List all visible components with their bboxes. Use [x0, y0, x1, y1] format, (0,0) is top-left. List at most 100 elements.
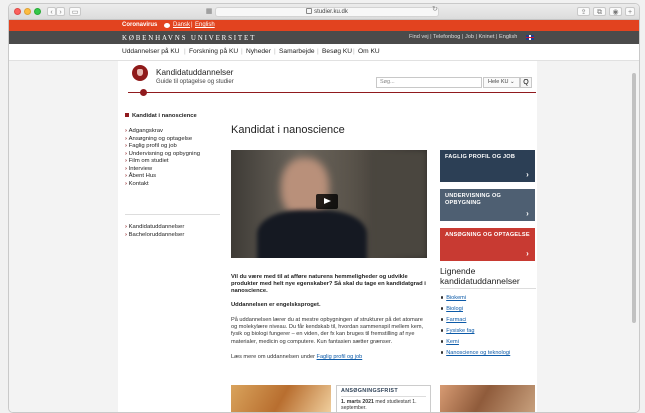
related-item[interactable]: Biokemi — [441, 293, 510, 304]
related-item-label[interactable]: Farmaci — [446, 317, 466, 323]
university-top-links[interactable]: Find vej | Telefonbog | Job | Kninet | E… — [409, 34, 517, 40]
forward-button[interactable]: › — [56, 7, 65, 16]
address-bar[interactable]: studier.ku.dk — [215, 7, 439, 17]
box-faglig-profil[interactable]: FAGLIG PROFIL OG JOB › — [440, 150, 535, 182]
sidebar-item-kandidat[interactable]: Kandidatuddannelser — [125, 223, 185, 231]
page-title: Kandidat i nanoscience — [231, 124, 345, 136]
related-item-label[interactable]: Nanoscience og teknologi — [446, 350, 510, 356]
deadline-title: ANSØGNINGSFRIST — [341, 388, 426, 397]
header-divider — [128, 92, 536, 93]
search-icon: Q — [523, 79, 529, 86]
close-window-button[interactable] — [14, 8, 21, 15]
deadline-text: 1. marts 2021 med studiestart 1. septemb… — [341, 399, 426, 412]
back-button[interactable]: ‹ — [47, 7, 56, 16]
page-margin-right — [537, 61, 639, 412]
scrollbar-thumb[interactable] — [632, 73, 636, 323]
new-tab-button[interactable]: + — [625, 7, 635, 16]
nav-separator: | — [274, 48, 276, 55]
nav-separator: | — [241, 48, 243, 55]
related-item[interactable]: Biologi — [441, 304, 510, 315]
related-item[interactable]: Fysiske fag — [441, 326, 510, 337]
students-photo — [231, 385, 331, 412]
related-item-label[interactable]: Fysiske fag — [446, 328, 474, 334]
related-item-label[interactable]: Biokemi — [446, 295, 466, 301]
sidebar-heading[interactable]: Kandidat i nanoscience — [125, 113, 197, 119]
privacy-icon: ▦ — [205, 8, 213, 15]
box-ansogning[interactable]: ANSØGNING OG OPTAGELSE › — [440, 228, 535, 261]
sidebar-bottom-nav: Kandidatuddannelser Bacheloruddannelser — [125, 223, 185, 239]
read-more-prefix: Læs mere om uddannelsen under — [231, 354, 315, 360]
language-note: Uddannelsen er engelsksproget. — [231, 302, 321, 308]
chevron-right-icon: › — [526, 209, 529, 218]
corona-link-separator: | — [191, 22, 193, 28]
chevron-right-icon: › — [526, 170, 529, 179]
danish-flag-icon — [164, 23, 170, 28]
page-margin-left — [9, 61, 118, 412]
body-paragraph: På uddannelsen lærer du at mestre opbygn… — [231, 317, 424, 345]
video-person-face — [281, 158, 329, 218]
university-name[interactable]: KØBENHAVNS UNIVERSITET — [122, 34, 256, 42]
related-item-label[interactable]: Kemi — [446, 339, 459, 345]
share-button[interactable]: ⇪ — [577, 7, 590, 16]
main-navigation: Uddannelser på KU | Forskning på KU | Ny… — [9, 44, 639, 61]
related-item[interactable]: Kemi — [441, 337, 510, 348]
lead-paragraph: Vil du være med til at afføre naturens h… — [231, 274, 426, 295]
sidebar-item-faglig-profil[interactable]: Faglig profil og job — [125, 143, 200, 151]
search-scope-select[interactable]: Hele KU ⌄ — [483, 77, 520, 88]
play-icon[interactable] — [316, 194, 338, 209]
corona-link-dansk[interactable]: Dansk — [173, 20, 190, 31]
nav-nyheder[interactable]: Nyheder — [246, 44, 271, 60]
nav-besog[interactable]: Besøg KU — [322, 44, 352, 60]
reload-icon[interactable]: ↻ — [432, 5, 438, 13]
video-person-body — [257, 210, 367, 258]
sidebar-item-film[interactable]: Film om studiet — [125, 158, 200, 166]
chevron-right-icon: › — [526, 249, 529, 258]
zoom-window-button[interactable] — [34, 8, 41, 15]
sidebar-nav: Adgangskrav Ansøgning og optagelse Fagli… — [125, 128, 200, 188]
related-item[interactable]: Nanoscience og teknologi — [441, 348, 510, 359]
university-bar: KØBENHAVNS UNIVERSITET Find vej | Telefo… — [9, 31, 639, 44]
nav-forskning[interactable]: Forskning på KU — [189, 44, 238, 60]
nav-separator: | — [317, 48, 319, 55]
sidebar-item-interview[interactable]: Interview — [125, 166, 200, 174]
box-undervisning[interactable]: UNDERVISNING OG OPBYGNING › — [440, 189, 535, 221]
nav-samarbejde[interactable]: Samarbejde — [279, 44, 315, 60]
search-button[interactable]: Q — [520, 77, 532, 88]
lock-icon — [306, 8, 313, 15]
sidebar-divider — [125, 214, 220, 215]
corona-link-english[interactable]: English — [195, 20, 215, 31]
header-divider-dot — [140, 89, 147, 96]
box-label: FAGLIG PROFIL OG JOB — [445, 154, 516, 160]
ku-seal-logo[interactable] — [132, 65, 148, 81]
tabs-overview-button[interactable]: ⧉ — [593, 7, 606, 16]
corona-label: Coronavirus — [122, 22, 158, 28]
minimize-window-button[interactable] — [24, 8, 31, 15]
sidebar-item-adgangskrav[interactable]: Adgangskrav — [125, 128, 200, 136]
sidebar-item-kontakt[interactable]: Kontakt — [125, 181, 200, 189]
uk-flag-icon — [526, 35, 534, 40]
privacy-report-button[interactable]: ◉ — [609, 7, 622, 16]
site-title[interactable]: Kandidatuddannelser — [156, 68, 233, 77]
related-heading: Lignende kandidatuddannelser — [440, 266, 520, 286]
nav-om-ku[interactable]: Om KU — [358, 44, 380, 60]
nav-uddannelser[interactable]: Uddannelser på KU — [122, 44, 180, 60]
related-list: Biokemi Biologi Farmaci Fysiske fag Kemi… — [441, 293, 510, 359]
search-input[interactable]: Søg... — [376, 77, 482, 88]
related-item[interactable]: Farmaci — [441, 315, 510, 326]
chevron-down-icon: ⌄ — [510, 79, 515, 85]
box-label: UNDERVISNING OG OPBYGNING — [445, 193, 502, 206]
video-background-right — [371, 150, 427, 258]
sidebar-item-bachelor[interactable]: Bacheloruddannelser — [125, 231, 185, 239]
deadline-box: ANSØGNINGSFRIST 1. marts 2021 med studie… — [336, 385, 431, 412]
address-text: studier.ku.dk — [314, 9, 348, 15]
related-item-label[interactable]: Biologi — [446, 306, 463, 312]
sidebar-item-aabent-hus[interactable]: Åbent Hus — [125, 173, 200, 181]
read-more-link[interactable]: Faglig profil og job — [317, 354, 363, 360]
scrollbar[interactable] — [631, 61, 637, 323]
nav-separator: | — [353, 48, 355, 55]
deadline-date: 1. marts 2021 — [341, 399, 374, 405]
nav-separator: | — [184, 48, 186, 55]
sidebar-toggle-button[interactable]: ▭ — [69, 7, 81, 16]
sidebar-item-undervisning[interactable]: Undervisning og opbygning — [125, 151, 200, 159]
sidebar-item-ansogning[interactable]: Ansøgning og optagelse — [125, 136, 200, 144]
